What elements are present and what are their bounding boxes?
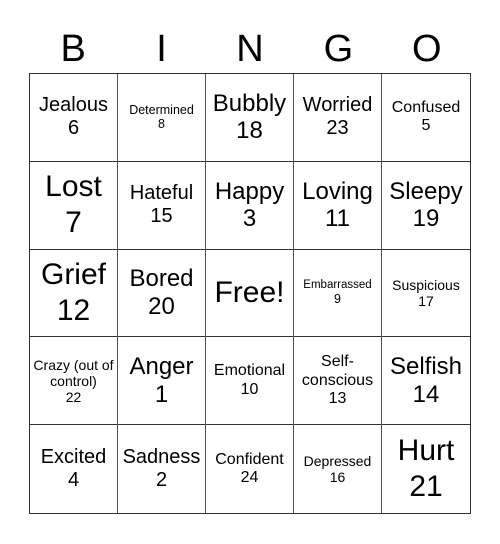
cell-number: 10 [240, 380, 259, 398]
bingo-cell[interactable]: Loving 11 [294, 161, 382, 250]
bingo-cell[interactable]: Depressed 16 [294, 425, 382, 513]
cell-number: 24 [240, 469, 259, 487]
cell-number: 17 [418, 292, 434, 309]
cell-word: Happy [214, 177, 285, 205]
header-letter-g: G [323, 28, 354, 70]
bingo-cell[interactable]: Bubbly 18 [206, 74, 294, 162]
cell-number: 13 [328, 389, 347, 407]
bingo-cell[interactable]: Suspicious 17 [382, 250, 470, 338]
cell-number: 4 [67, 469, 80, 492]
cell-word: Excited [40, 446, 107, 469]
bingo-cell[interactable]: Selfish 14 [382, 337, 470, 426]
cell-number: 21 [409, 470, 443, 504]
cell-word: Worried [302, 94, 373, 117]
header-letter-o: O [411, 28, 442, 70]
cell-word: Anger [129, 353, 194, 381]
header-letter-b: B [60, 28, 86, 70]
cell-word: Hateful [129, 182, 194, 205]
cell-number: 3 [242, 205, 257, 233]
cell-number: 20 [148, 292, 175, 320]
header-letter-n: N [236, 28, 264, 70]
cell-word: Loving [302, 177, 373, 205]
cell-word: Bubbly [212, 89, 287, 117]
bingo-cell[interactable]: Confused 5 [382, 74, 470, 162]
bingo-cell[interactable]: Emotional 10 [206, 337, 294, 426]
cell-number: 7 [65, 206, 82, 240]
cell-number: 11 [325, 205, 350, 233]
bingo-cell[interactable]: Jealous 6 [30, 74, 118, 162]
cell-word: Emotional [213, 362, 286, 380]
cell-number: 23 [326, 117, 349, 140]
bingo-cell[interactable]: Sleepy 19 [382, 162, 470, 250]
cell-number: 1 [154, 380, 169, 408]
bingo-cell[interactable]: Happy 3 [206, 161, 294, 250]
cell-number: 18 [236, 117, 263, 145]
cell-number: 15 [150, 205, 173, 228]
bingo-cell[interactable]: Lost 7 [30, 161, 118, 250]
cell-number: 6 [67, 117, 80, 140]
cell-word: Grief [40, 257, 106, 291]
cell-word: Confused [391, 99, 461, 116]
cell-word: Suspicious [392, 276, 460, 293]
bingo-cell[interactable]: Hateful 15 [118, 161, 206, 250]
cell-number: 9 [334, 292, 341, 307]
cell-word: Self-conscious [301, 353, 374, 389]
cell-number: 5 [421, 117, 431, 135]
bingo-cell[interactable]: Excited 4 [30, 425, 118, 513]
bingo-cell-free[interactable]: Free! [206, 249, 294, 338]
cell-word: Embarrassed [303, 279, 372, 292]
cell-word: Bored [129, 265, 194, 293]
cell-word: Confident [215, 450, 284, 468]
cell-number: 2 [155, 469, 168, 492]
bingo-cell[interactable]: Hurt 21 [382, 425, 470, 513]
bingo-cell[interactable]: Worried 23 [294, 74, 382, 162]
cell-number: 12 [56, 293, 91, 327]
bingo-cell[interactable]: Confident 24 [206, 425, 294, 513]
cell-word: Sadness [122, 446, 201, 469]
bingo-header: B I N G O [29, 26, 471, 72]
bingo-cell[interactable]: Bored 20 [118, 249, 206, 338]
bingo-cell[interactable]: Embarrassed 9 [294, 249, 382, 338]
cell-number: 19 [412, 205, 440, 233]
header-letter-i: I [156, 28, 167, 70]
bingo-cell[interactable]: Anger 1 [118, 337, 206, 426]
bingo-cell[interactable]: Grief 12 [30, 249, 118, 338]
cell-word: Depressed [303, 453, 372, 469]
free-space-label: Free! [214, 275, 285, 309]
bingo-cell[interactable]: Crazy (out of control) 22 [30, 337, 118, 426]
cell-word: Hurt [397, 434, 455, 468]
cell-word: Selfish [389, 353, 463, 381]
cell-word: Lost [45, 170, 102, 204]
cell-word: Sleepy [389, 177, 463, 205]
cell-number: 22 [65, 388, 82, 405]
cell-word: Crazy (out of control) [33, 356, 114, 389]
bingo-cell[interactable]: Determined 8 [118, 74, 206, 162]
cell-word: Determined [129, 103, 194, 118]
bingo-cell[interactable]: Sadness 2 [118, 425, 206, 513]
bingo-cell[interactable]: Self-conscious 13 [294, 337, 382, 426]
cell-number: 8 [158, 117, 165, 132]
cell-number: 14 [412, 380, 440, 408]
cell-word: Jealous [39, 94, 108, 117]
cell-number: 16 [329, 469, 346, 486]
bingo-grid: Jealous 6 Determined 8 Bubbly 18 Worried 23 Conf… [29, 73, 471, 514]
